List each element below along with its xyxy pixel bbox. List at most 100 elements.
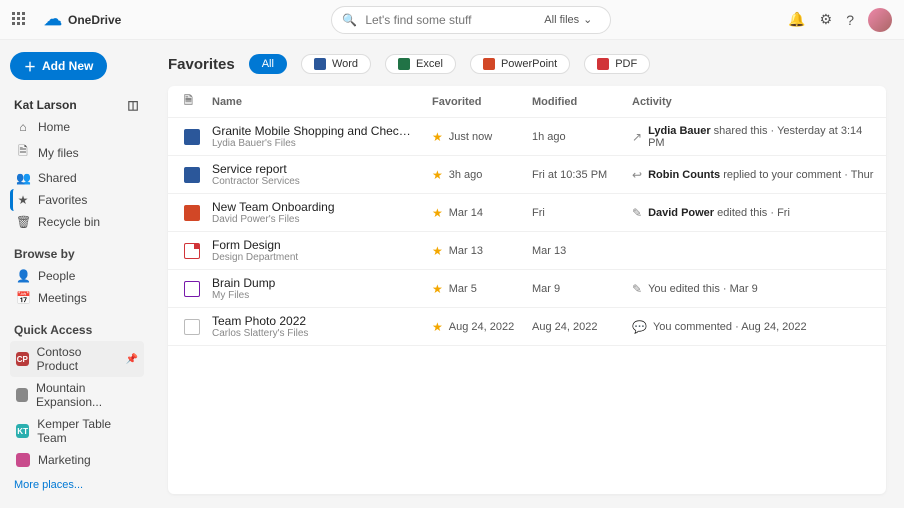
quick-access-item[interactable]: CPContoso Product📌 (10, 341, 144, 377)
activity-icon: ↩ (632, 168, 642, 182)
modified-cell: Mar 9 (532, 283, 632, 295)
nav-icon: ⌂ (16, 120, 30, 134)
cloud-icon: ☁ (44, 9, 62, 30)
file-icon (184, 281, 200, 297)
activity-text: edited this · Fri (714, 207, 790, 219)
word-icon (314, 58, 326, 70)
files-panel: 🗎 Name Favorited Modified Activity Grani… (168, 86, 886, 494)
activity-icon: ✎ (632, 282, 642, 296)
page-title: Favorites (168, 56, 235, 73)
quick-access-label: Quick Access (10, 323, 144, 337)
activity-icon: 💬 (632, 320, 647, 334)
favorited-cell: Mar 14 (449, 207, 483, 219)
view-toggle-icon[interactable]: ◫ (126, 98, 140, 112)
pdf-icon (597, 58, 609, 70)
col-favorited[interactable]: Favorited (432, 96, 532, 108)
table-row[interactable]: Form Design Design Department ★Mar 13 Ma… (168, 232, 886, 270)
qa-label: Kemper Table Team (37, 417, 138, 445)
file-icon (184, 205, 200, 221)
browse-meetings[interactable]: 📅 Meetings (10, 287, 144, 309)
modified-cell: 1h ago (532, 131, 632, 143)
file-icon (184, 319, 200, 335)
activity-user: Lydia Bauer (648, 125, 711, 137)
search-input[interactable] (365, 13, 528, 27)
table-row[interactable]: Brain Dump My Files ★Mar 5 Mar 9 ✎You ed… (168, 270, 886, 308)
table-row[interactable]: New Team Onboarding David Power's Files … (168, 194, 886, 232)
star-icon[interactable]: ★ (432, 244, 443, 258)
nav-icon: 👤 (16, 269, 30, 283)
file-icon-header: 🗎 (184, 92, 212, 111)
qa-label: Mountain Expansion... (36, 381, 138, 409)
nav-label: Recycle bin (38, 215, 100, 229)
avatar[interactable] (868, 8, 892, 32)
settings-icon[interactable]: ⚙ (820, 11, 833, 28)
star-icon[interactable]: ★ (432, 320, 443, 334)
nav-label: Home (38, 120, 70, 134)
file-subtitle: Carlos Slattery's Files (212, 328, 432, 339)
activity-user: David Power (648, 207, 714, 219)
modified-cell: Fri at 10:35 PM (532, 169, 632, 181)
star-icon[interactable]: ★ (432, 168, 443, 182)
more-places-link[interactable]: More places... (10, 479, 144, 491)
file-title: Form Design (212, 238, 412, 252)
plus-icon: ＋ (24, 58, 36, 75)
waffle-icon[interactable] (12, 12, 28, 28)
user-name: Kat Larson (14, 98, 77, 112)
filter-powerpoint[interactable]: PowerPoint (470, 54, 570, 74)
filter-word[interactable]: Word (301, 54, 371, 74)
notifications-icon[interactable]: 🔔 (788, 11, 805, 28)
favorited-cell: Just now (449, 131, 492, 143)
nav-shared[interactable]: 👥Shared (10, 167, 144, 189)
search-box[interactable]: 🔍 All files ⌄ (331, 6, 611, 34)
excel-icon (398, 58, 410, 70)
add-new-button[interactable]: ＋ Add New (10, 52, 107, 80)
pin-icon: 📌 (126, 354, 138, 365)
nav-label: Meetings (38, 291, 87, 305)
file-subtitle: Design Department (212, 252, 432, 263)
table-row[interactable]: Team Photo 2022 Carlos Slattery's Files … (168, 308, 886, 346)
quick-access-item[interactable]: Marketing (10, 449, 144, 471)
nav-icon: 🗎 (16, 142, 30, 163)
browse-people[interactable]: 👤 People (10, 265, 144, 287)
file-subtitle: My Files (212, 290, 432, 301)
nav-icon: ★ (16, 193, 30, 207)
nav-icon: 📅 (16, 291, 30, 305)
star-icon[interactable]: ★ (432, 282, 443, 296)
favorited-cell: 3h ago (449, 169, 483, 181)
col-name[interactable]: Name (212, 96, 432, 108)
file-title: New Team Onboarding (212, 200, 412, 214)
qa-badge: KT (16, 424, 29, 438)
quick-access-item[interactable]: Mountain Expansion... (10, 377, 144, 413)
onedrive-logo[interactable]: ☁ OneDrive (44, 9, 121, 30)
activity-text: You commented · Aug 24, 2022 (653, 321, 807, 333)
help-icon[interactable]: ? (846, 12, 854, 28)
nav-recycle-bin[interactable]: 🗑Recycle bin (10, 211, 144, 233)
star-icon[interactable]: ★ (432, 130, 443, 144)
table-row[interactable]: Granite Mobile Shopping and Checkout Flo… (168, 118, 886, 156)
col-activity[interactable]: Activity (632, 96, 880, 108)
search-icon: 🔍 (342, 13, 357, 27)
nav-home[interactable]: ⌂ Home (10, 116, 144, 138)
table-row[interactable]: Service report Contractor Services ★3h a… (168, 156, 886, 194)
nav-favorites[interactable]: ★Favorites (10, 189, 144, 211)
qa-badge (16, 453, 30, 467)
nav-label: People (38, 269, 75, 283)
chevron-down-icon: ⌄ (583, 13, 592, 26)
file-icon (184, 243, 200, 259)
activity-text: replied to your comment · Thur (720, 169, 873, 181)
filter-all[interactable]: All (249, 54, 287, 74)
qa-label: Contoso Product (37, 345, 118, 373)
search-filter[interactable]: All files ⌄ (536, 9, 600, 31)
filter-excel[interactable]: Excel (385, 54, 456, 74)
favorited-cell: Aug 24, 2022 (449, 321, 514, 333)
file-title: Granite Mobile Shopping and Checkout Flo… (212, 124, 412, 138)
nav-my-files[interactable]: 🗎My files (10, 138, 144, 167)
activity-icon: ↗ (632, 130, 642, 144)
filter-pdf[interactable]: PDF (584, 54, 650, 74)
nav-label: Shared (38, 171, 77, 185)
qa-badge (16, 388, 28, 402)
col-modified[interactable]: Modified (532, 96, 632, 108)
sidebar: ＋ Add New Kat Larson ◫ ⌂ Home 🗎My files👥Sh… (0, 40, 150, 508)
quick-access-item[interactable]: KT Kemper Table Team (10, 413, 144, 449)
star-icon[interactable]: ★ (432, 206, 443, 220)
